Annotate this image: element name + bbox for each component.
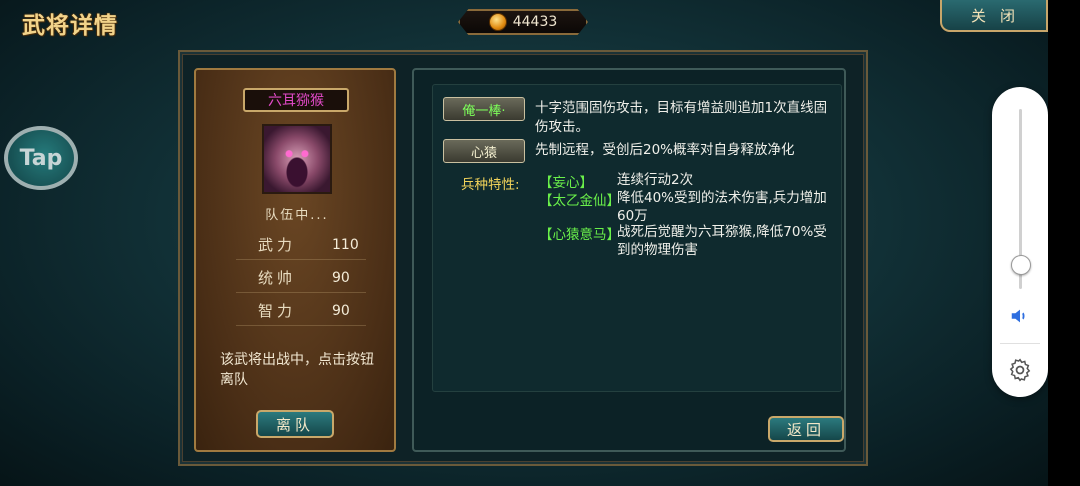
trait-name-3: 【心猿意马】 (539, 227, 620, 243)
trait-heading: 兵种特性: (461, 177, 520, 193)
stat-value: 110 (332, 236, 359, 253)
stat-row-intellect: 智力 90 (236, 296, 366, 326)
trait-desc-1: 连续行动2次 (617, 172, 694, 188)
stat-row-force: 武力 110 (236, 230, 366, 260)
stat-label: 统帅 (258, 269, 297, 287)
stat-row-command: 统帅 90 (236, 263, 366, 293)
skills-panel: 俺一棒· 十字范围固伤攻击，目标有增益则追加1次直线固伤攻击。 心猿 先制远程，… (412, 68, 846, 452)
skill-desc-1: 十字范围固伤攻击，目标有增益则追加1次直线固伤攻击。 (535, 100, 828, 135)
speaker-icon[interactable] (1009, 305, 1031, 327)
skill-tag-1[interactable]: 俺一棒· (443, 97, 525, 121)
detail-frame: 六耳猕猴 队伍中... 武力 110 统帅 90 智力 90 该武将出战中，点击… (178, 50, 868, 466)
general-portrait (262, 124, 332, 194)
game-screen: 武将详情 44433 关闭 Tap 六耳猕猴 队伍中... 武力 110 统帅 … (0, 0, 1048, 486)
gold-counter: 44433 (458, 9, 588, 35)
close-button[interactable]: 关闭 (940, 0, 1048, 32)
skill-desc-2: 先制远程，受创后20%概率对自身释放净化 (535, 142, 795, 158)
stat-value: 90 (332, 269, 350, 286)
trait-desc-3: 战死后觉醒为六耳猕猴,降低70%受到的物理伤害 (617, 224, 827, 258)
volume-slider-knob[interactable] (1011, 255, 1031, 275)
back-button[interactable]: 返回 (768, 416, 844, 442)
stat-label: 智力 (258, 302, 297, 320)
tap-floating-button[interactable]: Tap (4, 126, 78, 190)
leave-team-button[interactable]: 离队 (256, 410, 334, 438)
divider (1000, 343, 1040, 344)
gear-icon[interactable] (1007, 357, 1033, 383)
trait-name-2: 【太乙金仙】 (539, 193, 620, 209)
stat-label: 武力 (258, 236, 297, 254)
page-title: 武将详情 (22, 12, 118, 39)
gold-amount: 44433 (512, 14, 558, 30)
volume-panel (992, 87, 1048, 397)
trait-desc-2: 降低40%受到的法术伤害,兵力增加60万 (617, 190, 827, 224)
trait-name-1: 【妄心】 (539, 175, 593, 191)
general-card: 六耳猕猴 队伍中... 武力 110 统帅 90 智力 90 该武将出战中，点击… (194, 68, 396, 452)
stat-value: 90 (332, 302, 350, 319)
team-status: 队伍中... (265, 208, 329, 223)
deploy-info-text: 该武将出战中，点击按钮离队 (220, 352, 374, 388)
skill-tag-2[interactable]: 心猿 (443, 139, 525, 163)
screen-edge (1048, 0, 1080, 486)
skills-box: 俺一棒· 十字范围固伤攻击，目标有增益则追加1次直线固伤攻击。 心猿 先制远程，… (432, 84, 842, 392)
gold-coin-icon (488, 13, 507, 31)
general-name: 六耳猕猴 (243, 88, 349, 112)
